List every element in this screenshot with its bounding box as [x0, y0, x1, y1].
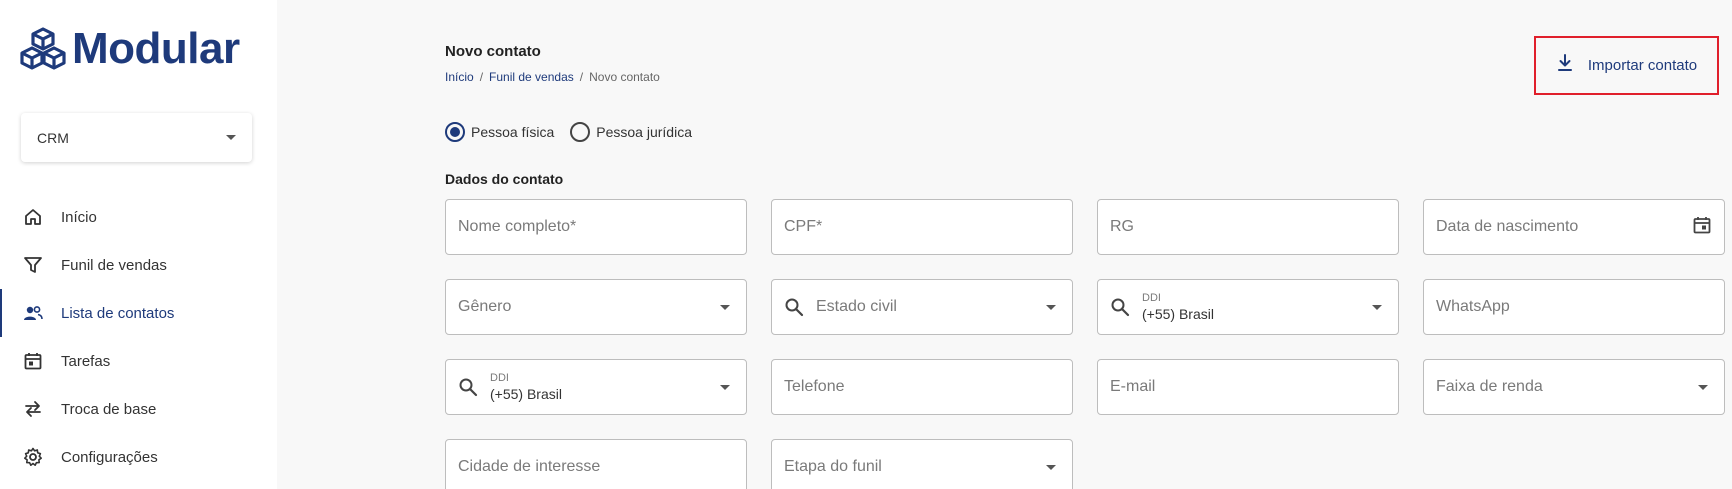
cidade-interesse-placeholder: Cidade de interesse [458, 458, 601, 475]
rg-placeholder: RG [1110, 218, 1134, 235]
radio-pessoa-juridica[interactable]: Pessoa jurídica [570, 122, 692, 142]
ddi-whatsapp-select[interactable]: DDI (+55) Brasil [1097, 279, 1399, 335]
sidebar: Modular CRM Início Funil de vendas Lista… [0, 0, 277, 489]
breadcrumb-separator: / [479, 70, 484, 84]
sidebar-item-troca-base[interactable]: Troca de base [0, 385, 277, 433]
cubes-logo-icon [20, 27, 66, 70]
sidebar-item-contatos[interactable]: Lista de contatos [0, 289, 277, 337]
search-icon [784, 297, 804, 317]
sidebar-item-label: Lista de contatos [61, 304, 175, 322]
nome-completo-field[interactable]: Nome completo* [445, 199, 747, 255]
contacts-icon [23, 303, 43, 323]
sidebar-item-label: Configurações [61, 448, 158, 466]
sidebar-item-label: Tarefas [61, 352, 111, 370]
radio-checked-icon [445, 122, 465, 142]
ddi-telefone-select[interactable]: DDI (+55) Brasil [445, 359, 747, 415]
chevron-down-icon [1698, 384, 1708, 390]
radio-unchecked-icon [570, 122, 591, 142]
sidebar-item-label: Troca de base [61, 400, 157, 418]
faixa-renda-select[interactable]: Faixa de renda [1423, 359, 1725, 415]
ddi-value-group: DDI (+55) Brasil [1142, 292, 1372, 323]
etapa-funil-select[interactable]: Etapa do funil [771, 439, 1073, 489]
whatsapp-field[interactable]: WhatsApp [1423, 279, 1725, 335]
ddi-value: (+55) Brasil [1142, 305, 1214, 322]
chevron-down-icon [226, 135, 236, 140]
chevron-down-icon [720, 384, 730, 390]
ddi-value-group: DDI (+55) Brasil [490, 372, 720, 403]
calendar-icon[interactable] [1692, 215, 1712, 240]
chevron-down-icon [1046, 304, 1056, 310]
sidebar-item-tarefas[interactable]: Tarefas [0, 337, 277, 385]
home-icon [23, 207, 43, 227]
gear-icon [23, 447, 43, 467]
logo[interactable]: Modular [20, 26, 240, 72]
funnel-icon [23, 255, 43, 275]
chevron-down-icon [720, 304, 730, 310]
nome-completo-placeholder: Nome completo* [458, 218, 577, 235]
breadcrumb-link-inicio[interactable]: Início [445, 70, 474, 84]
chevron-down-icon [1046, 464, 1056, 470]
breadcrumb-separator: / [579, 70, 584, 84]
page-title: Novo contato [445, 43, 541, 60]
radio-pessoa-fisica[interactable]: Pessoa física [445, 122, 554, 142]
chevron-down-icon [1372, 304, 1382, 310]
ddi-value: (+55) Brasil [490, 385, 562, 402]
ddi-label: DDI [1142, 291, 1161, 304]
telefone-placeholder: Telefone [784, 378, 845, 395]
cpf-field[interactable]: CPF* [771, 199, 1073, 255]
whatsapp-placeholder: WhatsApp [1436, 298, 1510, 315]
genero-select[interactable]: Gênero [445, 279, 747, 335]
swap-icon [23, 399, 43, 419]
data-nascimento-field[interactable]: Data de nascimento [1423, 199, 1725, 255]
module-select[interactable]: CRM [21, 113, 252, 162]
estado-civil-select[interactable]: Estado civil [771, 279, 1073, 335]
module-select-value: CRM [37, 129, 69, 146]
estado-civil-placeholder: Estado civil [816, 298, 897, 315]
import-contact-label: Importar contato [1587, 57, 1698, 74]
search-icon [1110, 297, 1130, 317]
etapa-funil-placeholder: Etapa do funil [784, 458, 882, 475]
download-icon [1556, 53, 1574, 78]
breadcrumb-current: Novo contato [589, 70, 660, 84]
genero-placeholder: Gênero [458, 298, 512, 315]
section-title: Dados do contato [445, 171, 564, 187]
sidebar-item-funil[interactable]: Funil de vendas [0, 241, 277, 289]
cidade-interesse-field[interactable]: Cidade de interesse [445, 439, 747, 489]
search-icon [458, 377, 478, 397]
sidebar-item-configuracoes[interactable]: Configurações [0, 433, 277, 481]
faixa-renda-placeholder: Faixa de renda [1436, 378, 1543, 395]
sidebar-item-inicio[interactable]: Início [0, 193, 277, 241]
rg-field[interactable]: RG [1097, 199, 1399, 255]
sidebar-item-label: Funil de vendas [61, 256, 167, 274]
person-type-radio-group: Pessoa física Pessoa jurídica [445, 122, 708, 142]
sidebar-nav: Início Funil de vendas Lista de contatos… [0, 193, 277, 481]
data-nascimento-placeholder: Data de nascimento [1436, 218, 1579, 235]
ddi-label: DDI [490, 371, 509, 384]
breadcrumb-link-funil[interactable]: Funil de vendas [489, 70, 574, 84]
sidebar-item-label: Início [61, 208, 97, 226]
import-contact-button[interactable]: Importar contato [1534, 36, 1719, 95]
telefone-field[interactable]: Telefone [771, 359, 1073, 415]
email-placeholder: E-mail [1110, 378, 1156, 395]
radio-label: Pessoa jurídica [596, 124, 692, 140]
cpf-placeholder: CPF* [784, 218, 823, 235]
brand-name: Modular [72, 24, 240, 73]
radio-label: Pessoa física [471, 124, 555, 140]
breadcrumb: Início / Funil de vendas / Novo contato [445, 70, 660, 84]
email-field[interactable]: E-mail [1097, 359, 1399, 415]
calendar-icon [23, 351, 43, 371]
